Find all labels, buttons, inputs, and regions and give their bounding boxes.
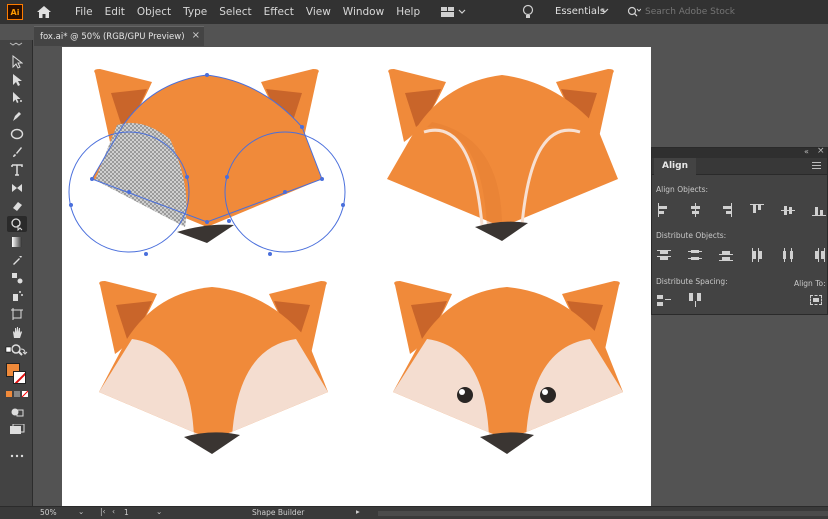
horizontal-align-right-icon[interactable] bbox=[719, 203, 733, 217]
menu-bar: Ai File Edit Object Type Select Effect V… bbox=[0, 0, 828, 24]
horizontal-align-left-icon[interactable] bbox=[657, 203, 671, 217]
menu-type[interactable]: Type bbox=[177, 0, 213, 24]
close-icon[interactable]: × bbox=[192, 30, 200, 41]
vertical-align-top-icon[interactable] bbox=[750, 203, 764, 217]
menu-window[interactable]: Window bbox=[337, 0, 390, 24]
menu-file[interactable]: File bbox=[69, 0, 99, 24]
horizontal-align-center-icon[interactable] bbox=[688, 203, 702, 217]
menu-help[interactable]: Help bbox=[390, 0, 426, 24]
artboard[interactable] bbox=[62, 47, 651, 506]
distribute-spacing-label: Distribute Spacing: bbox=[656, 277, 728, 286]
collapse-panel-icon[interactable]: « bbox=[804, 147, 809, 156]
screen-mode-icon[interactable] bbox=[9, 423, 25, 439]
close-icon[interactable]: × bbox=[817, 146, 825, 156]
status-bar: 50% ⌄ |‹ ‹ 1 ⌄ Shape Builder ▸ bbox=[0, 506, 828, 519]
align-to-selection-icon[interactable] bbox=[809, 293, 823, 307]
artboard-dropdown-chevron-icon[interactable]: ⌄ bbox=[156, 507, 162, 516]
type-tool-icon[interactable] bbox=[7, 162, 27, 178]
previous-artboard-icon[interactable]: ‹ bbox=[112, 507, 115, 516]
menu-edit[interactable]: Edit bbox=[99, 0, 131, 24]
horizontal-distribute-center-icon[interactable] bbox=[781, 248, 795, 262]
group-selection-tool-icon[interactable] bbox=[7, 90, 27, 106]
stroke-none-swatch[interactable] bbox=[13, 371, 26, 384]
gradient-tool-icon[interactable] bbox=[7, 234, 27, 250]
chevron-down-icon[interactable] bbox=[601, 8, 609, 14]
eyedropper-tool-icon[interactable] bbox=[7, 252, 27, 268]
status-arrow-icon[interactable]: ▸ bbox=[356, 507, 360, 516]
ellipse-tool-icon[interactable] bbox=[7, 126, 27, 142]
current-tool-name: Shape Builder bbox=[252, 508, 305, 517]
menu-object[interactable]: Object bbox=[131, 0, 177, 24]
artboard-number[interactable]: 1 bbox=[124, 508, 129, 517]
vertical-distribute-space-icon[interactable] bbox=[657, 293, 671, 307]
align-panel-tab[interactable]: Align bbox=[654, 157, 696, 175]
vertical-align-center-icon[interactable] bbox=[781, 203, 795, 217]
document-title: fox.ai* @ 50% (RGB/GPU Preview) bbox=[40, 31, 185, 42]
search-input[interactable] bbox=[645, 7, 805, 17]
fox-step-2[interactable] bbox=[387, 69, 618, 241]
arrange-documents-button[interactable] bbox=[440, 6, 466, 18]
vertical-distribute-top-icon[interactable] bbox=[657, 248, 671, 262]
menu-view[interactable]: View bbox=[300, 0, 337, 24]
horizontal-distribute-right-icon[interactable] bbox=[812, 248, 826, 262]
panel-menu-icon[interactable] bbox=[812, 162, 821, 171]
zoom-dropdown-chevron-icon[interactable]: ⌄ bbox=[78, 507, 84, 516]
first-artboard-icon[interactable]: |‹ bbox=[100, 507, 106, 516]
menu-effect[interactable]: Effect bbox=[258, 0, 300, 24]
document-tab[interactable]: fox.ai* @ 50% (RGB/GPU Preview) × bbox=[34, 26, 204, 46]
menu-select[interactable]: Select bbox=[213, 0, 257, 24]
lightbulb-icon[interactable] bbox=[522, 4, 534, 23]
shape-builder-tool-icon[interactable] bbox=[7, 216, 27, 232]
color-mode-icons[interactable] bbox=[6, 390, 29, 401]
tools-panel bbox=[0, 40, 33, 506]
panel-top-bar: « × bbox=[652, 146, 827, 158]
arrange-documents-icon bbox=[441, 7, 466, 17]
horizontal-scrollbar[interactable] bbox=[378, 511, 828, 516]
horizontal-distribute-left-icon[interactable] bbox=[750, 248, 764, 262]
fill-stroke-swatch[interactable] bbox=[6, 363, 28, 385]
width-tool-icon[interactable] bbox=[7, 180, 27, 196]
vertical-distribute-center-icon[interactable] bbox=[688, 248, 702, 262]
hand-tool-icon[interactable] bbox=[7, 324, 27, 340]
workspace-switcher[interactable]: Essentials bbox=[555, 0, 605, 24]
menu-items: File Edit Object Type Select Effect View… bbox=[69, 0, 426, 24]
direct-selection-tool-icon[interactable] bbox=[7, 72, 27, 88]
vertical-align-bottom-icon[interactable] bbox=[812, 203, 826, 217]
panel-header: Align bbox=[652, 157, 827, 175]
app-logo: Ai bbox=[7, 4, 23, 20]
vertical-distribute-bottom-icon[interactable] bbox=[719, 248, 733, 262]
search-stock-box[interactable] bbox=[627, 3, 822, 21]
selection-tool-icon[interactable] bbox=[7, 54, 27, 70]
draw-mode-icon[interactable] bbox=[10, 407, 24, 420]
fox-step-3[interactable] bbox=[99, 281, 328, 454]
symbol-sprayer-tool-icon[interactable] bbox=[7, 288, 27, 304]
horizontal-distribute-space-icon[interactable] bbox=[688, 293, 702, 307]
swap-fill-stroke-icon[interactable] bbox=[5, 346, 29, 361]
home-icon[interactable] bbox=[35, 4, 53, 20]
pen-tool-icon[interactable] bbox=[7, 108, 27, 124]
zoom-level[interactable]: 50% bbox=[40, 508, 57, 517]
align-to-label: Align To: bbox=[794, 279, 826, 288]
fox-step-4[interactable] bbox=[393, 281, 623, 454]
distribute-spacing-row bbox=[657, 293, 828, 307]
align-objects-label: Align Objects: bbox=[656, 185, 709, 194]
align-panel: « × Align Align Objects: Distribute Obje… bbox=[651, 146, 828, 315]
collapse-panel-icon[interactable] bbox=[9, 42, 23, 47]
paintbrush-tool-icon[interactable] bbox=[7, 144, 27, 160]
eraser-tool-icon[interactable] bbox=[7, 198, 27, 214]
align-objects-row bbox=[657, 203, 828, 217]
document-tab-bar: fox.ai* @ 50% (RGB/GPU Preview) × bbox=[34, 26, 828, 46]
blend-tool-icon[interactable] bbox=[7, 270, 27, 286]
more-tools-icon[interactable] bbox=[10, 450, 24, 461]
fox-step-1[interactable] bbox=[68, 69, 346, 256]
app-logo-text: Ai bbox=[10, 7, 20, 17]
fox-artwork bbox=[68, 69, 623, 454]
distribute-objects-label: Distribute Objects: bbox=[656, 231, 727, 240]
search-icon bbox=[627, 6, 641, 17]
distribute-objects-row bbox=[657, 248, 828, 262]
artboard-tool-icon[interactable] bbox=[7, 306, 27, 322]
